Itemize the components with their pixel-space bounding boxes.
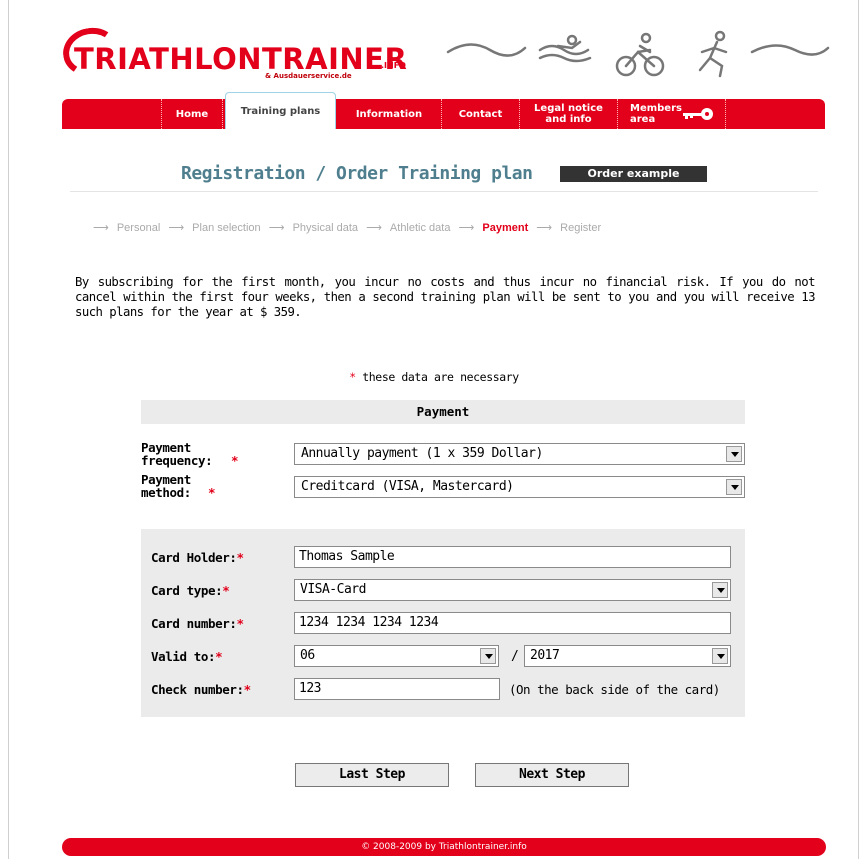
check-number-label: Check number:* [151,682,251,697]
card-number-input[interactable]: 1234 1234 1234 1234 [294,612,731,634]
valid-month-value: 06 [300,648,315,663]
key-icon [683,108,713,120]
nav-training-plans[interactable]: Training plans [225,92,336,129]
nav-information[interactable]: Information [337,99,442,129]
step-arrow-icon: ⟶ [458,222,475,234]
valid-year-value: 2017 [530,648,560,663]
payment-heading: Payment [141,400,745,424]
sports-illustration-icon [446,30,830,78]
chevron-down-icon[interactable] [480,648,496,664]
valid-to-label-text: Valid to: [151,649,216,664]
step-athletic-data: Athletic data [389,222,451,234]
chevron-down-icon[interactable] [726,479,742,495]
chevron-down-icon[interactable] [726,446,742,462]
payment-method-value: Creditcard (VISA, Mastercard) [301,479,514,494]
card-type-label: Card type:* [151,583,230,598]
step-payment: Payment [482,222,529,234]
order-example-button[interactable]: Order example [560,166,707,182]
valid-year-select[interactable]: 2017 [524,645,731,667]
step-arrow-icon: ⟶ [168,222,185,234]
valid-month-select[interactable]: 06 [294,645,499,667]
nav-contact[interactable]: Contact [442,99,520,129]
card-holder-input[interactable]: Thomas Sample [294,546,731,568]
payment-frequency-value: Annually payment (1 x 359 Dollar) [301,446,543,461]
payment-frequency-label: Payment frequency: * [141,441,246,467]
page-title: Registration / Order Training plan [181,163,533,184]
card-type-label-text: Card type: [151,583,223,598]
logo-text[interactable]: TRIATHLONTRAINER [74,42,407,76]
next-step-button[interactable]: Next Step [475,763,629,787]
step-arrow-icon: ⟶ [536,222,553,234]
card-number-label-text: Card number: [151,616,237,631]
nav-members-area[interactable]: Members area [618,99,726,129]
step-plan-selection: Plan selection [192,222,261,234]
chevron-down-icon[interactable] [712,648,728,664]
step-register: Register [560,222,602,234]
chevron-down-icon[interactable] [712,582,728,598]
valid-to-label: Valid to:* [151,649,223,664]
logo-subtitle: & Ausdauerservice.de [265,72,352,80]
card-type-value: VISA-Card [300,582,366,597]
nav-home[interactable]: Home [162,99,223,129]
step-arrow-icon: ⟶ [268,222,285,234]
intro-text: By subscribing for the first month, you … [75,275,816,319]
card-holder-label: Card Holder:* [151,550,244,565]
payment-frequency-select[interactable]: Annually payment (1 x 359 Dollar) [294,443,745,465]
logo-suffix: .INFO [381,61,406,70]
title-divider [70,191,818,192]
step-personal: Personal [116,222,161,234]
date-separator: / [511,649,519,664]
step-physical-data: Physical data [292,222,359,234]
card-holder-label-text: Card Holder: [151,550,237,565]
footer: © 2008-2009 by Triathlontrainer.info [62,838,826,856]
last-step-button[interactable]: Last Step [295,763,449,787]
nav-legal-notice[interactable]: Legal notice and info [520,99,618,129]
step-arrow-icon: ⟶ [93,222,109,234]
main-nav: Home Training plans Information Contact … [62,92,825,129]
check-number-input[interactable]: 123 [294,678,500,700]
card-number-label: Card number:* [151,616,244,631]
payment-method-label: Payment method: * [141,473,221,499]
check-number-hint: (On the back side of the card) [509,682,720,697]
required-note: * these data are necessary [0,370,868,384]
payment-method-select[interactable]: Creditcard (VISA, Mastercard) [294,476,745,498]
nav-members-label: Members area [630,103,682,125]
required-note-text: these data are necessary [355,370,519,384]
check-number-label-text: Check number: [151,682,244,697]
step-arrow-icon: ⟶ [366,222,382,234]
progress-steps: ⟶ Personal ⟶ Plan selection ⟶ Physical d… [88,221,601,234]
card-type-select[interactable]: VISA-Card [294,579,731,601]
